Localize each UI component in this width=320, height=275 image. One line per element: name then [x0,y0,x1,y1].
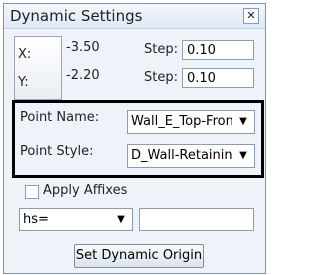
y-step-field[interactable]: 0.10 [182,68,254,88]
x-step-field[interactable]: 0.10 [182,40,254,60]
point-name-label: Point Name: [20,110,100,125]
affix-dropdown[interactable]: hs= ▼ [19,208,133,231]
x-value: -3.50 [66,40,100,55]
point-name-value: Wall_E_Top-Front [131,114,232,129]
y-label: Y: [18,75,29,90]
close-icon[interactable]: ✕ [243,8,259,24]
affix-dropdown-value: hs= [23,212,49,227]
dynamic-settings-panel: Dynamic Settings ✕ X: Y: -3.50 -2.20 Ste… [3,3,266,274]
point-name-dropdown[interactable]: Wall_E_Top-Front ▼ [127,110,255,134]
chevron-down-icon: ▼ [117,214,125,225]
xy-button[interactable]: X: Y: [14,36,62,100]
point-style-dropdown[interactable]: D_Wall-Retaining ▼ [127,144,255,168]
chevron-down-icon: ▼ [239,150,247,161]
point-style-value: D_Wall-Retaining [131,148,232,163]
set-dynamic-origin-button[interactable]: Set Dynamic Origin [74,244,204,268]
apply-affixes-checkbox[interactable] [25,185,39,199]
y-step-label: Step: [144,70,178,85]
y-value: -2.20 [66,68,100,83]
panel-title: Dynamic Settings [10,7,143,25]
affix-text-field[interactable] [139,208,254,231]
x-step-label: Step: [144,42,178,57]
apply-affixes-label: Apply Affixes [43,183,128,198]
x-label: X: [18,47,32,62]
point-style-label: Point Style: [20,144,94,159]
title-bar: Dynamic Settings ✕ [4,4,265,29]
chevron-down-icon: ▼ [239,116,247,127]
